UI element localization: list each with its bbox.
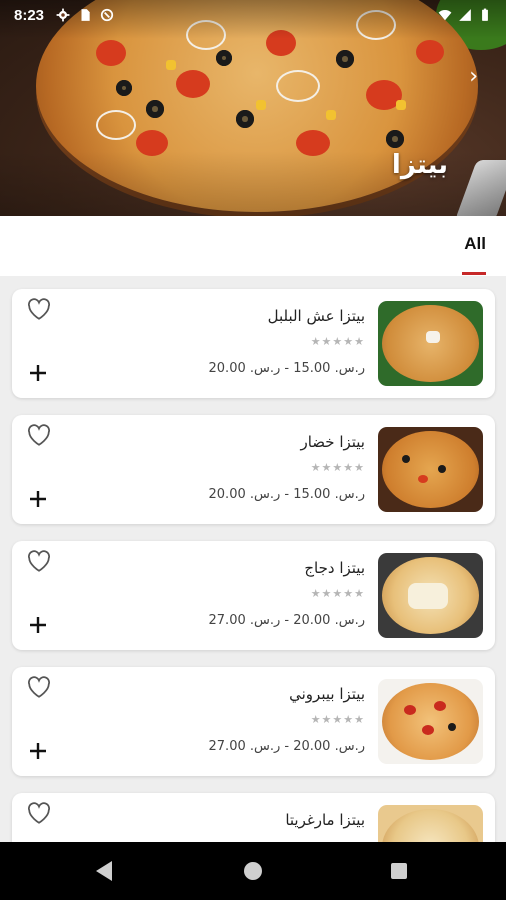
product-card[interactable]: بيتزا خضار ★★★★★ ر.س. 15.00 - ر.س. 20.00 xyxy=(12,415,495,524)
product-card[interactable]: بيتزا مارغريتا xyxy=(12,793,495,842)
product-list[interactable]: بيتزا عش البلبل ★★★★★ ر.س. 15.00 - ر.س. … xyxy=(0,276,506,842)
add-to-cart-icon[interactable] xyxy=(28,741,48,761)
status-time: 8:23 xyxy=(14,6,45,24)
chevron-right-icon[interactable]: › xyxy=(469,64,478,89)
product-name: بيتزا خضار xyxy=(300,433,365,451)
product-name: بيتزا عش البلبل xyxy=(267,307,365,325)
wifi-icon xyxy=(438,10,452,21)
back-icon[interactable] xyxy=(96,861,112,881)
add-to-cart-icon[interactable] xyxy=(28,615,48,635)
status-bar: 8:23 xyxy=(0,0,506,30)
add-to-cart-icon[interactable] xyxy=(28,489,48,509)
product-name: بيتزا بيبروني xyxy=(289,685,365,703)
product-image xyxy=(378,679,483,764)
product-card[interactable]: بيتزا بيبروني ★★★★★ ر.س. 20.00 - ر.س. 27… xyxy=(12,667,495,776)
product-name: بيتزا دجاج xyxy=(304,559,365,577)
recent-apps-icon[interactable] xyxy=(391,863,407,879)
product-card[interactable]: بيتزا دجاج ★★★★★ ر.س. 20.00 - ر.س. 27.00 xyxy=(12,541,495,650)
page-title: بيتزا xyxy=(391,150,448,180)
tab-all[interactable]: All xyxy=(464,234,486,254)
signal-icon xyxy=(459,9,471,21)
product-image xyxy=(378,805,483,842)
hero-overlay xyxy=(0,0,506,216)
heart-icon[interactable] xyxy=(26,297,52,321)
heart-icon[interactable] xyxy=(26,801,52,825)
rating-stars: ★★★★★ xyxy=(310,461,365,474)
rating-stars: ★★★★★ xyxy=(310,587,365,600)
heart-icon[interactable] xyxy=(26,675,52,699)
rating-stars: ★★★★★ xyxy=(310,335,365,348)
system-navigation-bar xyxy=(0,842,506,900)
add-to-cart-icon[interactable] xyxy=(28,363,48,383)
heart-icon[interactable] xyxy=(26,423,52,447)
product-card[interactable]: بيتزا عش البلبل ★★★★★ ر.س. 15.00 - ر.س. … xyxy=(12,289,495,398)
rating-stars: ★★★★★ xyxy=(310,713,365,726)
heart-icon[interactable] xyxy=(26,549,52,573)
home-icon[interactable] xyxy=(244,862,262,880)
settings-icon xyxy=(56,8,70,22)
product-image xyxy=(378,427,483,512)
product-image xyxy=(378,553,483,638)
product-price: ر.س. 20.00 - ر.س. 27.00 xyxy=(208,739,365,754)
product-price: ر.س. 20.00 - ر.س. 27.00 xyxy=(208,613,365,628)
battery-icon xyxy=(482,8,488,21)
product-name: بيتزا مارغريتا xyxy=(285,811,365,829)
product-image xyxy=(378,301,483,386)
sd-card-icon xyxy=(81,9,90,21)
tab-indicator xyxy=(462,272,486,275)
product-price: ر.س. 15.00 - ر.س. 20.00 xyxy=(208,487,365,502)
data-saver-icon xyxy=(100,8,114,22)
category-tabs: All xyxy=(0,216,506,276)
category-hero-banner: بيتزا › xyxy=(0,0,506,216)
product-price: ر.س. 15.00 - ر.س. 20.00 xyxy=(208,361,365,376)
